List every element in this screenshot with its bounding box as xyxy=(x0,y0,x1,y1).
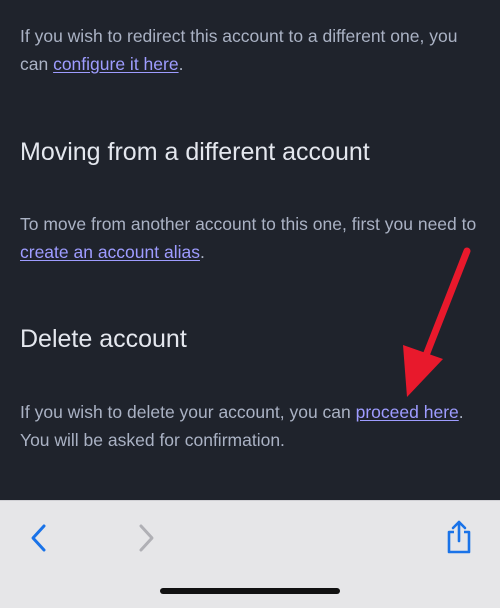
delete-heading: Delete account xyxy=(20,325,187,353)
share-button[interactable] xyxy=(437,515,481,559)
browser-toolbar xyxy=(0,500,500,608)
annotation-arrow-icon xyxy=(403,247,471,397)
share-icon xyxy=(447,520,471,554)
chevron-right-icon xyxy=(139,524,154,552)
configure-link[interactable]: configure it here xyxy=(53,54,179,74)
moving-text-end: . xyxy=(199,242,205,262)
back-button[interactable] xyxy=(17,516,61,560)
redirect-text-end: . xyxy=(178,54,184,74)
create-alias-link[interactable]: create an account alias xyxy=(20,242,200,262)
delete-paragraph: If you wish to delete your account, you … xyxy=(20,398,482,454)
forward-button[interactable] xyxy=(124,516,168,560)
page-content: If you wish to redirect this account to … xyxy=(0,0,500,500)
moving-text: To move from another account to this one… xyxy=(20,214,477,234)
chevron-left-icon xyxy=(31,524,46,552)
home-indicator xyxy=(160,588,340,594)
proceed-link[interactable]: proceed here xyxy=(356,402,459,422)
moving-paragraph: To move from another account to this one… xyxy=(20,210,482,266)
moving-heading: Moving from a different account xyxy=(20,138,370,166)
delete-text: If you wish to delete your account, you … xyxy=(20,402,356,422)
redirect-paragraph: If you wish to redirect this account to … xyxy=(20,22,482,78)
